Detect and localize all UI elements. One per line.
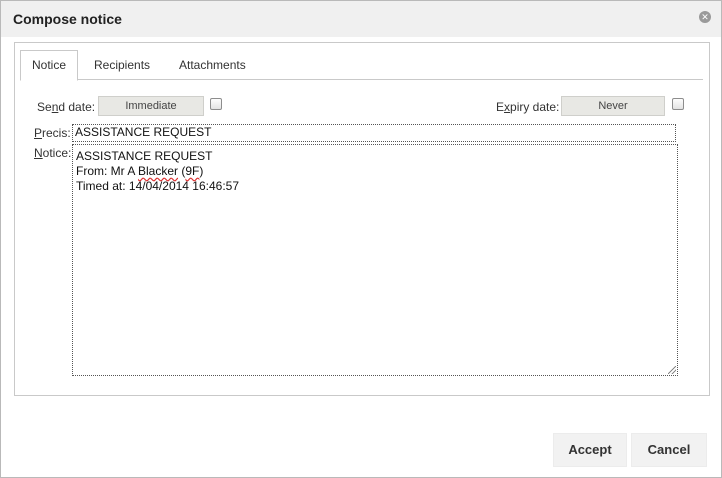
- precis-label: Precis:: [34, 126, 71, 140]
- tab-panel: Notice Recipients Attachments Send date:…: [14, 42, 710, 396]
- expiry-date-button[interactable]: Never: [561, 96, 665, 116]
- close-icon[interactable]: ✕: [699, 11, 711, 23]
- notice-textarea[interactable]: ASSISTANCE REQUEST From: Mr A Blacker (9…: [72, 144, 678, 376]
- cancel-button[interactable]: Cancel: [631, 433, 707, 467]
- tab-notice[interactable]: Notice: [20, 50, 79, 81]
- dialog-title: Compose notice: [13, 11, 122, 27]
- send-date-checkbox[interactable]: [210, 98, 222, 110]
- expiry-date-checkbox[interactable]: [672, 98, 684, 110]
- title-bar: Compose notice ✕: [1, 1, 721, 37]
- send-date-label-text-end: d date:: [58, 100, 96, 114]
- send-date-label: Send date:: [37, 100, 95, 114]
- precis-input[interactable]: ASSISTANCE REQUEST: [72, 124, 676, 142]
- resize-grip-icon[interactable]: [668, 366, 676, 374]
- precis-label-text: recis:: [42, 126, 71, 140]
- tab-recipients[interactable]: Recipients: [94, 51, 150, 79]
- notice-label: Notice:: [34, 146, 71, 160]
- notice-line-2-misspelled-class: 9F: [185, 164, 200, 178]
- notice-line-2-text-end: ): [199, 164, 204, 178]
- expiry-date-label-text: E: [496, 100, 505, 114]
- tab-strip-divider: [20, 79, 703, 80]
- expiry-date-label: Expiry date:: [496, 100, 559, 114]
- notice-label-accesskey: N: [34, 146, 43, 160]
- send-date-button[interactable]: Immediate: [98, 96, 204, 116]
- precis-label-accesskey: P: [34, 126, 43, 140]
- expiry-date-label-text-end: piry date:: [510, 100, 560, 114]
- tab-attachments[interactable]: Attachments: [179, 51, 246, 79]
- notice-line-2: From: Mr A Blacker (9F): [76, 164, 203, 178]
- accept-button[interactable]: Accept: [553, 433, 627, 467]
- send-date-label-text: Se: [37, 100, 52, 114]
- notice-line-3: Timed at: 14/04/2014 16:46:57: [76, 179, 240, 193]
- notice-line-2-text: From: Mr A: [76, 164, 139, 178]
- notice-label-text: otice:: [42, 146, 72, 160]
- notice-line-2-misspelled-name: Blacker: [138, 164, 179, 178]
- compose-notice-dialog: Compose notice ✕ Notice Recipients Attac…: [0, 0, 722, 478]
- notice-line-1: ASSISTANCE REQUEST: [76, 149, 213, 163]
